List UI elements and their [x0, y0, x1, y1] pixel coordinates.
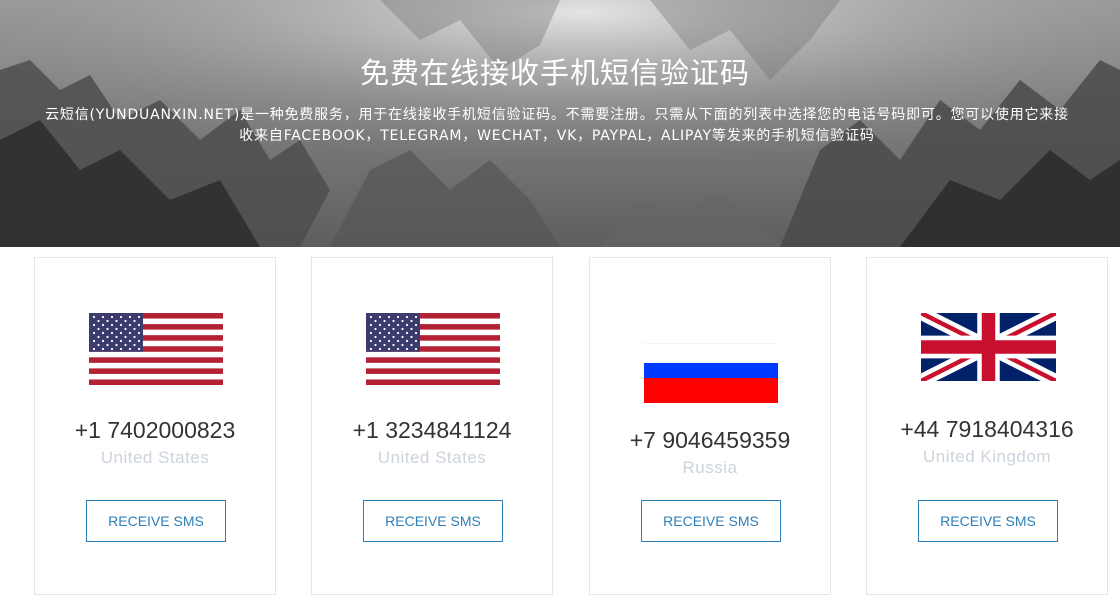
- page-title: 免费在线接收手机短信验证码: [359, 56, 750, 90]
- us-flag-icon: [89, 313, 223, 385]
- phone-number: +1 7402000823: [74, 417, 236, 443]
- russia-flag-icon: [644, 343, 778, 403]
- number-card: +44 7918404316 United Kingdom RECEIVE SM…: [866, 257, 1108, 595]
- uk-flag-icon: [921, 313, 1056, 381]
- number-card: +1 3234841124 United States RECEIVE SMS: [311, 257, 553, 595]
- country-name: United Kingdom: [923, 447, 1051, 466]
- country-name: United States: [377, 448, 487, 467]
- country-name: United States: [100, 448, 210, 467]
- receive-sms-button[interactable]: RECEIVE SMS: [641, 500, 781, 542]
- hero-banner: 免费在线接收手机短信验证码 云短信(YUNDUANXIN.NET)是一种免费服务…: [0, 0, 1120, 247]
- country-name: Russia: [682, 458, 738, 477]
- number-card: +7 9046459359 Russia RECEIVE SMS: [589, 257, 831, 595]
- phone-number: +1 3234841124: [352, 417, 512, 443]
- description-line-1: 云短信(YUNDUANXIN.NET)是一种免费服务，用于在线接收手机短信验证码…: [45, 107, 1069, 123]
- receive-sms-button[interactable]: RECEIVE SMS: [918, 500, 1058, 542]
- us-flag-icon: [366, 313, 500, 385]
- description-line-2: 收来自FACEBOOK，TELEGRAM，WECHAT，VK，PAYPAL，AL…: [239, 128, 875, 144]
- receive-sms-button[interactable]: RECEIVE SMS: [363, 500, 503, 542]
- page-description: 云短信(YUNDUANXIN.NET)是一种免费服务，用于在线接收手机短信验证码…: [0, 105, 1120, 147]
- phone-number: +44 7918404316: [900, 416, 1074, 442]
- receive-sms-button[interactable]: RECEIVE SMS: [86, 500, 226, 542]
- number-card: +1 7402000823 United States RECEIVE SMS: [34, 257, 276, 595]
- phone-number: +7 9046459359: [629, 427, 791, 453]
